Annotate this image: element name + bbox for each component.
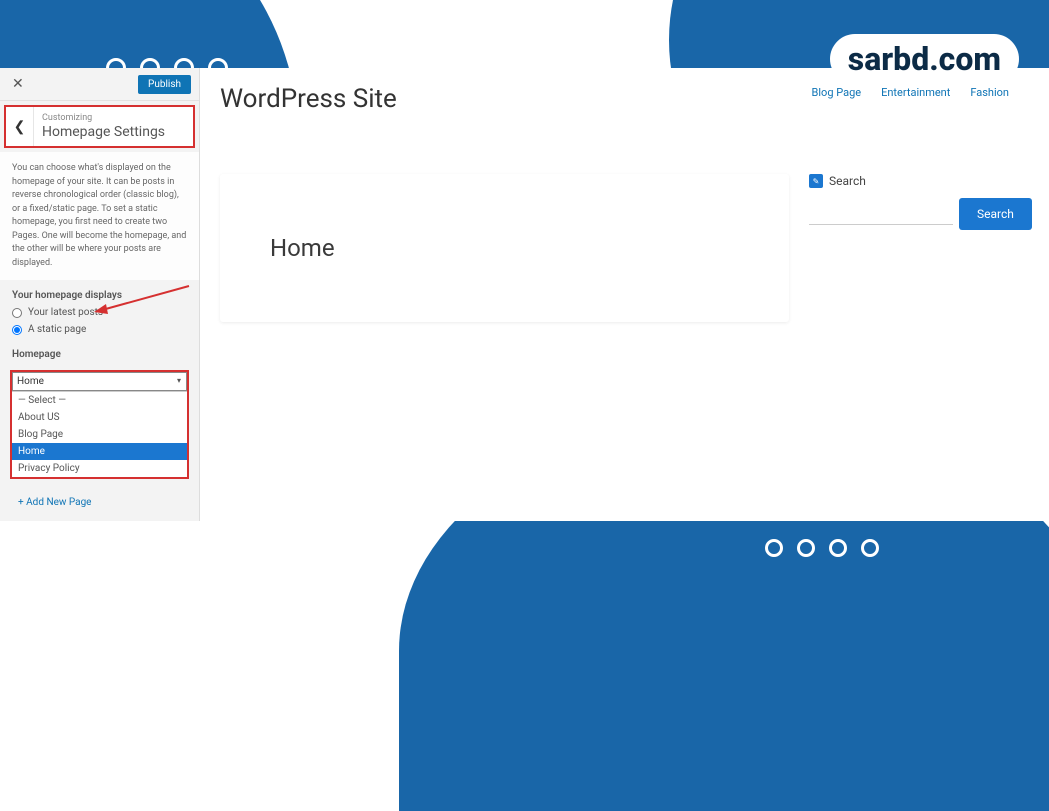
page-card: Home — [220, 174, 789, 322]
add-new-page-link[interactable]: + Add New Page — [0, 485, 199, 520]
radio-latest-posts[interactable]: Your latest posts — [12, 307, 187, 318]
nav-link-fashion[interactable]: Fashion — [970, 86, 1009, 99]
primary-nav: Blog Page Entertainment Fashion — [812, 86, 1009, 99]
section-title: Homepage Settings — [42, 124, 185, 140]
radio-input-static[interactable] — [12, 325, 22, 335]
dropdown-list: — Select — About US Blog Page Home Priva… — [12, 391, 187, 477]
decor-bottom-circles — [765, 539, 879, 557]
edit-shortcut-icon[interactable]: ✎ — [809, 174, 823, 188]
brand-badge: sarbd.com — [830, 34, 1019, 84]
search-input[interactable] — [809, 203, 953, 225]
radio-label-latest: Your latest posts — [28, 307, 103, 318]
dropdown-option-privacy[interactable]: Privacy Policy — [12, 460, 187, 477]
search-form: Search — [809, 198, 1029, 230]
chevron-left-icon: ❮ — [14, 119, 26, 135]
publish-button[interactable]: Publish — [138, 75, 191, 94]
customizer-panel: ✕ Publish ❮ Customizing Homepage Setting… — [0, 68, 200, 521]
brand-text: sarbd.com — [848, 40, 1001, 78]
decor-circle — [797, 539, 815, 557]
search-button[interactable]: Search — [959, 198, 1032, 230]
displays-label: Your homepage displays — [12, 290, 187, 301]
app-container: ✕ Publish ❮ Customizing Homepage Setting… — [0, 68, 1049, 521]
back-button[interactable]: ❮ — [6, 107, 34, 146]
radio-label-static: A static page — [28, 324, 86, 335]
homepage-select-section: Homepage — [0, 339, 199, 364]
search-widget: ✎ Search Search — [809, 174, 1029, 230]
radio-input-latest[interactable] — [12, 308, 22, 318]
nav-link-entertainment[interactable]: Entertainment — [881, 86, 950, 99]
customizer-topbar: ✕ Publish — [0, 68, 199, 101]
homepage-displays-section: Your homepage displays Your latest posts… — [0, 280, 199, 339]
close-icon[interactable]: ✕ — [8, 72, 28, 96]
decor-circle — [765, 539, 783, 557]
section-description: You can choose what's displayed on the h… — [0, 152, 199, 280]
decor-circle — [829, 539, 847, 557]
dropdown-option-select[interactable]: — Select — — [12, 392, 187, 409]
dropdown-option-blog[interactable]: Blog Page — [12, 426, 187, 443]
decor-circle — [861, 539, 879, 557]
dropdown-option-about[interactable]: About US — [12, 409, 187, 426]
customizer-header: ❮ Customizing Homepage Settings — [4, 105, 195, 148]
breadcrumb-label: Customizing — [42, 113, 185, 123]
dropdown-selected[interactable]: Home — [12, 372, 187, 391]
customizer-header-text: Customizing Homepage Settings — [34, 107, 193, 146]
radio-static-page[interactable]: A static page — [12, 324, 187, 335]
content-row: Home ✎ Search Search — [220, 174, 1029, 322]
page-title: Home — [270, 234, 739, 262]
site-preview: WordPress Site Blog Page Entertainment F… — [200, 68, 1049, 521]
dropdown-option-home[interactable]: Home — [12, 443, 187, 460]
homepage-dropdown[interactable]: Home ▾ — Select — About US Blog Page Hom… — [10, 370, 189, 479]
widgets-sidebar: ✎ Search Search — [809, 174, 1029, 322]
homepage-label: Homepage — [12, 349, 187, 360]
widget-title-row: ✎ Search — [809, 174, 1029, 188]
nav-link-blog[interactable]: Blog Page — [812, 86, 862, 99]
widget-title: Search — [829, 174, 866, 188]
